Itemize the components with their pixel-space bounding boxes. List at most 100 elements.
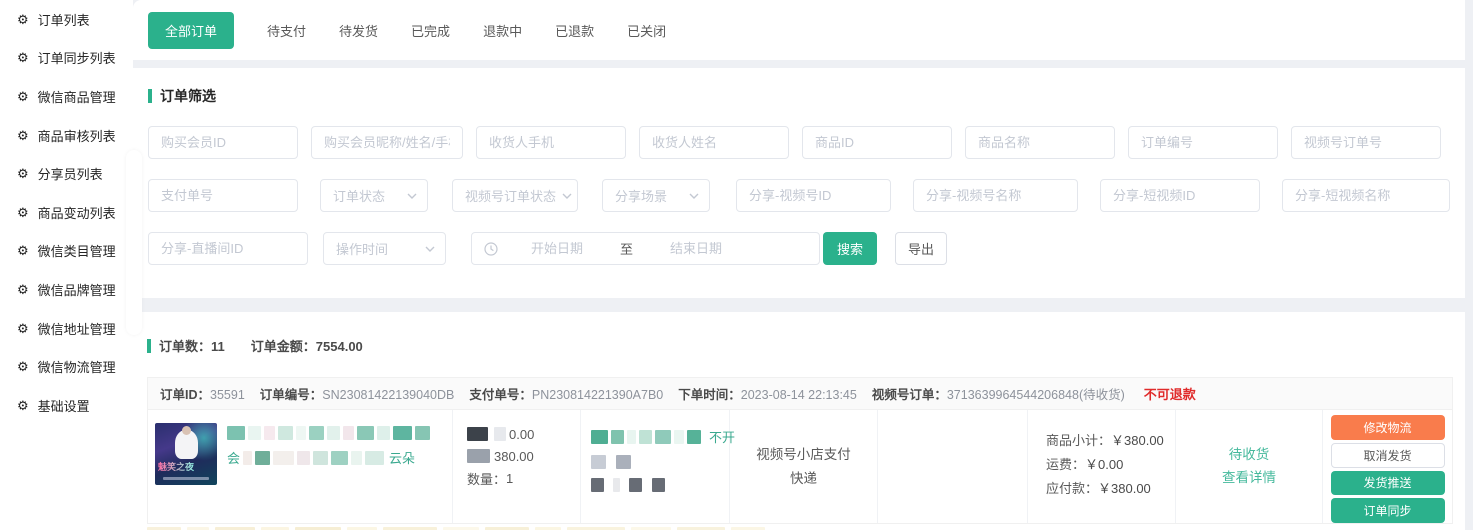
pay-no: 支付单号：PN230814221390A7B0 (469, 384, 663, 403)
select-placeholder: 分享场景 (615, 186, 667, 205)
filter-section-title: 订单筛选 (148, 86, 1450, 106)
censored-title-line-2: 会 云朵 (227, 448, 443, 467)
gear-icon: ⚙ (17, 206, 29, 219)
sidebar-item-order-sync-list[interactable]: ⚙订单同步列表 (0, 39, 133, 78)
cancel-shipment-button[interactable]: 取消发货 (1331, 443, 1445, 468)
sidebar-item-label: 商品变动列表 (38, 203, 116, 222)
share-channel-name-input[interactable] (913, 179, 1078, 212)
filter-title-text: 订单筛选 (160, 86, 216, 106)
gear-icon: ⚙ (17, 90, 29, 103)
tab-completed[interactable]: 已完成 (411, 12, 450, 49)
quantity-line: 数量：1 (467, 467, 580, 489)
channel-order-no-input[interactable] (1291, 126, 1441, 159)
end-date-input[interactable] (637, 241, 755, 256)
sidebar-item-product-review[interactable]: ⚙ 商品审核列表 (0, 116, 133, 155)
view-detail-link[interactable]: 查看详情 (1176, 466, 1322, 489)
gear-icon: ⚙ (17, 13, 29, 26)
next-order-censored-strip (147, 525, 1453, 530)
order-header: 订单ID：35591 订单编号：SN23081422139040DB 支付单号：… (148, 378, 1452, 410)
sidebar-item-label: 商品审核列表 (38, 126, 116, 145)
date-range-picker[interactable]: 至 (471, 232, 820, 265)
sidebar-item-label: 基础设置 (38, 396, 90, 415)
non-refundable-badge: 不可退款 (1144, 384, 1196, 403)
tab-pending-shipment[interactable]: 待发货 (339, 12, 378, 49)
order-product-row: 魅笑之夜 会 云朵 (148, 410, 1452, 523)
filter-row-1 (148, 126, 1450, 159)
censored-buyer-phone (591, 455, 729, 469)
censored-title-line-1 (227, 426, 443, 440)
order-filter-panel: 订单筛选 订单状态 视频号订单状态 (133, 68, 1465, 298)
search-button[interactable]: 搜索 (823, 232, 877, 265)
order-amount: 订单金额：7554.00 (251, 336, 363, 355)
tab-closed[interactable]: 已关闭 (627, 12, 666, 49)
censored-buyer-address (591, 478, 729, 492)
payment-method: 视频号小店支付 (730, 443, 877, 467)
share-channel-id-input[interactable] (736, 179, 891, 212)
sidebar-item-label: 订单列表 (38, 10, 90, 29)
sidebar-item-sharer-list[interactable]: ⚙分享员列表 (0, 154, 133, 193)
order-status-text: 待收货 (1176, 443, 1322, 466)
sidebar: ⚙ 订单列表 ⚙订单同步列表 ⚙ 微信商品管理 ⚙ 商品审核列表 ⚙分享员列表 ⚙ 商品… (0, 0, 133, 530)
sidebar-item-order-list[interactable]: ⚙ 订单列表 (0, 0, 133, 39)
gear-icon: ⚙ (17, 129, 29, 142)
order-sync-button[interactable]: 订单同步 (1331, 498, 1445, 523)
select-placeholder: 订单状态 (333, 186, 385, 205)
main-content: 全部订单 待支付 待发货 已完成 退款中 已退款 已关闭 订单筛选 (133, 0, 1473, 530)
sidebar-item-label: 微信品牌管理 (38, 280, 116, 299)
sidebar-item-wechat-logistics[interactable]: ⚙微信物流管理 (0, 347, 133, 386)
tab-refunding[interactable]: 退款中 (483, 12, 522, 49)
pay-no-input[interactable] (148, 179, 298, 212)
section-accent-bar (148, 89, 152, 103)
product-id-input[interactable] (802, 126, 952, 159)
product-cell: 魅笑之夜 会 云朵 (148, 410, 453, 523)
sidebar-item-product-change[interactable]: ⚙ 商品变动列表 (0, 193, 133, 232)
share-short-video-id-input[interactable] (1100, 179, 1260, 212)
product-name-input[interactable] (965, 126, 1115, 159)
buyer-member-id-input[interactable] (148, 126, 298, 159)
gear-icon: ⚙ (17, 360, 29, 373)
share-short-video-name-input[interactable] (1282, 179, 1450, 212)
tab-all-orders[interactable]: 全部订单 (148, 12, 234, 49)
order-status-select[interactable]: 订单状态 (320, 179, 428, 212)
status-cell: 待收货 查看详情 (1176, 410, 1323, 523)
start-date-input[interactable] (498, 241, 616, 256)
censored-price-line: 0.00 (467, 423, 580, 445)
shipment-push-button[interactable]: 发货推送 (1331, 471, 1445, 496)
tab-pending-payment[interactable]: 待支付 (267, 12, 306, 49)
share-live-room-id-input[interactable] (148, 232, 308, 265)
channel-order-status-select[interactable]: 视频号订单状态 (452, 179, 578, 212)
sidebar-item-wechat-brand[interactable]: ⚙ 微信品牌管理 (0, 270, 133, 309)
shipping-method: 快递 (730, 467, 877, 491)
sidebar-item-label: 微信类目管理 (38, 241, 116, 260)
sidebar-item-basic-settings[interactable]: ⚙ 基础设置 (0, 386, 133, 425)
product-image: 魅笑之夜 (155, 423, 217, 485)
gear-icon: ⚙ (17, 399, 29, 412)
scrollbar-thumb[interactable] (126, 150, 142, 335)
freight-line: 运费：￥0.00 (1046, 453, 1175, 477)
filter-row-3: 操作时间 至 搜索 导出 (148, 232, 1450, 265)
gear-icon: ⚙ (17, 283, 29, 296)
receiver-name-input[interactable] (639, 126, 789, 159)
share-scene-select[interactable]: 分享场景 (602, 179, 710, 212)
receiver-phone-input[interactable] (476, 126, 626, 159)
order-summary-bar: 订单数：11 订单金额：7554.00 (147, 336, 1453, 355)
operate-time-select[interactable]: 操作时间 (323, 232, 446, 265)
gear-icon: ⚙ (17, 244, 29, 257)
export-button[interactable]: 导出 (895, 232, 947, 265)
buyer-member-name-input[interactable] (311, 126, 463, 159)
chevron-down-icon (425, 246, 435, 252)
order-status-tabs: 全部订单 待支付 待发货 已完成 退款中 已退款 已关闭 (133, 0, 1465, 60)
order-no-input[interactable] (1128, 126, 1278, 159)
date-range-separator: 至 (616, 239, 637, 258)
buyer-info-cell: 不开 (581, 410, 730, 523)
order-admin-app: ⚙ 订单列表 ⚙订单同步列表 ⚙ 微信商品管理 ⚙ 商品审核列表 ⚙分享员列表 ⚙ 商品… (0, 0, 1473, 530)
sidebar-item-wechat-product[interactable]: ⚙ 微信商品管理 (0, 77, 133, 116)
sidebar-item-wechat-address[interactable]: ⚙微信地址管理 (0, 309, 133, 348)
tab-refunded[interactable]: 已退款 (555, 12, 594, 49)
empty-cell (878, 410, 1028, 523)
sidebar-item-label: 微信商品管理 (38, 87, 116, 106)
sidebar-item-wechat-category[interactable]: ⚙ 微信类目管理 (0, 232, 133, 271)
modify-logistics-button[interactable]: 修改物流 (1331, 415, 1445, 440)
price-qty-cell: 0.00 380.00 数量：1 (453, 410, 581, 523)
order-id: 订单ID：35591 (160, 384, 245, 403)
